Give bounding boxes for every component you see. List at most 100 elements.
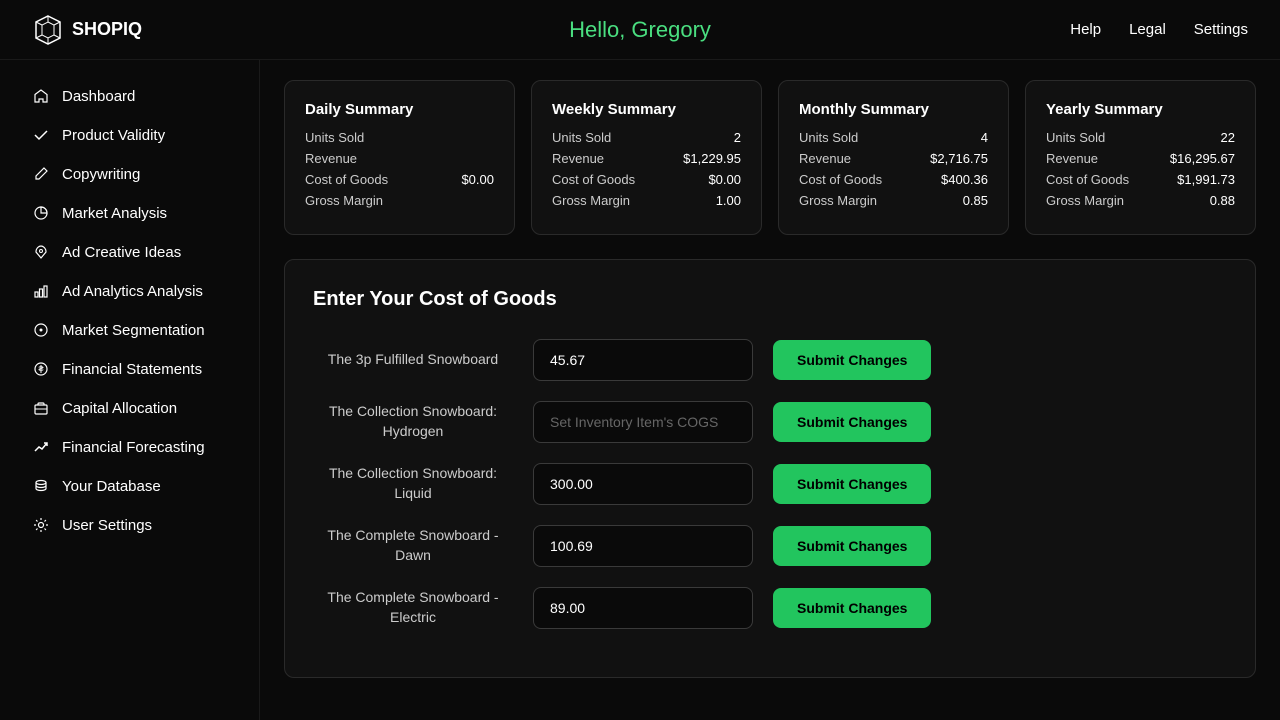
sidebar-label-product-validity: Product Validity [62,127,165,144]
summary-row-value: $1,991.73 [1177,172,1235,187]
logo-icon [32,14,64,46]
sidebar-item-market-segmentation[interactable]: Market Segmentation [8,311,251,349]
sidebar-item-market-analysis[interactable]: Market Analysis [8,194,251,232]
summary-cards: Daily SummaryUnits SoldRevenueCost of Go… [284,80,1256,235]
summary-row-label: Cost of Goods [1046,172,1129,187]
summary-row-value: 2 [734,130,741,145]
cogs-product-name-complete-dawn: The Complete Snowboard - Dawn [313,526,513,565]
legal-link[interactable]: Legal [1129,21,1166,38]
cogs-row-complete-electric: The Complete Snowboard - Electric Submit … [313,587,1227,629]
sidebar-label-capital-allocation: Capital Allocation [62,400,177,417]
logo: SHOPIQ [32,14,142,46]
summary-row-label: Revenue [1046,151,1098,166]
main-content: Daily SummaryUnits SoldRevenueCost of Go… [260,60,1280,720]
check-icon [32,126,50,144]
cogs-product-name-3p-fulfilled: The 3p Fulfilled Snowboard [313,350,513,370]
sidebar-item-capital-allocation[interactable]: Capital Allocation [8,389,251,427]
cogs-input-collection-hydrogen[interactable] [533,401,753,443]
summary-row-label: Cost of Goods [799,172,882,187]
gear-icon [32,516,50,534]
summary-row-3-0: Units Sold22 [1046,130,1235,145]
summary-row-2-1: Revenue$2,716.75 [799,151,988,166]
summary-row-3-2: Cost of Goods $1,991.73 [1046,172,1235,187]
settings-link[interactable]: Settings [1194,21,1248,38]
sidebar-label-market-segmentation: Market Segmentation [62,322,205,339]
sidebar-label-dashboard: Dashboard [62,88,135,105]
sidebar-label-ad-creative-ideas: Ad Creative Ideas [62,244,181,261]
summary-card-title-1: Weekly Summary [552,101,741,118]
header: SHOPIQ Hello, Gregory Help Legal Setting… [0,0,1280,60]
summary-row-0-3: Gross Margin [305,193,494,208]
database-icon [32,477,50,495]
cogs-row-3p-fulfilled: The 3p Fulfilled Snowboard Submit Changes [313,339,1227,381]
summary-card-2: Monthly Summary Units Sold 4 Revenue$2,716.… [778,80,1009,235]
submit-btn-3p-fulfilled[interactable]: Submit Changes [773,340,931,380]
sidebar-item-user-settings[interactable]: User Settings [8,506,251,544]
summary-row-value: $0.00 [461,172,494,187]
cogs-input-collection-liquid[interactable] [533,463,753,505]
sidebar-label-your-database: Your Database [62,478,161,495]
summary-card-3: Yearly Summary Units Sold22 Revenue $16,295… [1025,80,1256,235]
summary-row-3-1: Revenue $16,295.67 [1046,151,1235,166]
cogs-input-complete-electric[interactable] [533,587,753,629]
summary-row-value: $16,295.67 [1170,151,1235,166]
rocket-icon [32,243,50,261]
summary-card-title-2: Monthly Summary [799,101,988,118]
sidebar-item-copywriting[interactable]: Copywriting [8,155,251,193]
submit-btn-complete-electric[interactable]: Submit Changes [773,588,931,628]
cogs-input-3p-fulfilled[interactable] [533,339,753,381]
summary-row-label: Units Sold [305,130,364,145]
submit-btn-collection-hydrogen[interactable]: Submit Changes [773,402,931,442]
cogs-section: Enter Your Cost of Goods The 3p Fulfille… [284,259,1256,678]
summary-row-2-2: Cost of Goods$400.36 [799,172,988,187]
summary-row-value: $0.00 [708,172,741,187]
trend-up-icon [32,438,50,456]
sidebar-item-your-database[interactable]: Your Database [8,467,251,505]
summary-row-0-2: Cost of Goods$0.00 [305,172,494,187]
cogs-product-name-collection-liquid: The Collection Snowboard: Liquid [313,464,513,503]
summary-row-label: Revenue [552,151,604,166]
summary-row-label: Gross Margin [552,193,630,208]
bar-chart-icon [32,282,50,300]
summary-row-3-3: Gross Margin0.88 [1046,193,1235,208]
cogs-row-collection-hydrogen: The Collection Snowboard: HydrogenSubmit… [313,401,1227,443]
cogs-rows: The 3p Fulfilled Snowboard Submit Changes… [313,339,1227,629]
circle-dots-icon [32,321,50,339]
header-nav: Help Legal Settings [1070,21,1248,38]
sidebar-label-financial-statements: Financial Statements [62,361,202,378]
summary-row-0-1: Revenue [305,151,494,166]
summary-row-1-3: Gross Margin1.00 [552,193,741,208]
sidebar-item-financial-forecasting[interactable]: Financial Forecasting [8,428,251,466]
summary-row-value: 22 [1221,130,1235,145]
logo-text: SHOPIQ [72,19,142,40]
submit-btn-collection-liquid[interactable]: Submit Changes [773,464,931,504]
summary-row-1-1: Revenue $1,229.95 [552,151,741,166]
cogs-input-complete-dawn[interactable] [533,525,753,567]
summary-row-value: $1,229.95 [683,151,741,166]
submit-btn-complete-dawn[interactable]: Submit Changes [773,526,931,566]
summary-row-1-0: Units Sold2 [552,130,741,145]
summary-row-2-3: Gross Margin0.85 [799,193,988,208]
dollar-icon [32,360,50,378]
summary-card-title-3: Yearly Summary [1046,101,1235,118]
summary-row-label: Units Sold [799,130,858,145]
sidebar-label-user-settings: User Settings [62,517,152,534]
sidebar-item-product-validity[interactable]: Product Validity [8,116,251,154]
greeting: Hello, Gregory [569,17,711,43]
cogs-product-name-complete-electric: The Complete Snowboard - Electric [313,588,513,627]
summary-row-label: Gross Margin [1046,193,1124,208]
main-layout: Dashboard Product Validity Copywriting [0,60,1280,720]
summary-row-label: Gross Margin [305,193,383,208]
summary-row-2-0: Units Sold 4 [799,130,988,145]
sidebar-item-financial-statements[interactable]: Financial Statements [8,350,251,388]
summary-row-value: 0.85 [963,193,988,208]
summary-row-label: Cost of Goods [552,172,635,187]
help-link[interactable]: Help [1070,21,1101,38]
summary-row-label: Revenue [799,151,851,166]
summary-row-value: 4 [981,130,988,145]
summary-row-1-2: Cost of Goods $0.00 [552,172,741,187]
summary-row-0-0: Units Sold [305,130,494,145]
sidebar-item-dashboard[interactable]: Dashboard [8,77,251,115]
sidebar-item-ad-analytics[interactable]: Ad Analytics Analysis [8,272,251,310]
sidebar-item-ad-creative-ideas[interactable]: Ad Creative Ideas [8,233,251,271]
